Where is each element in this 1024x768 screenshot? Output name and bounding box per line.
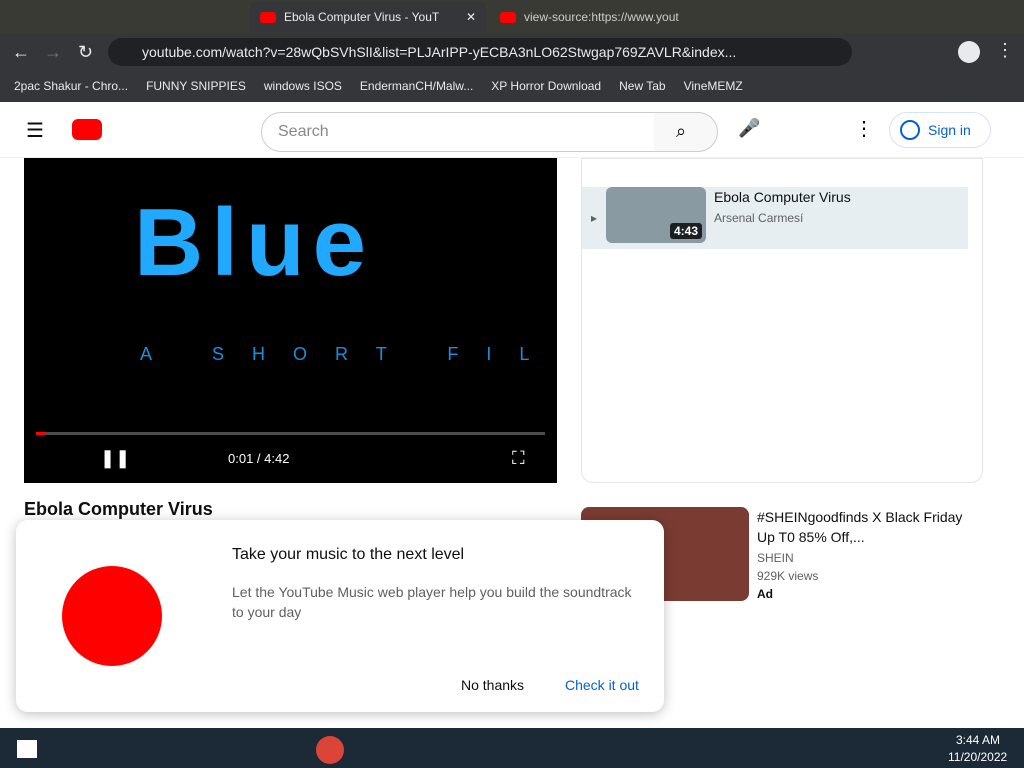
url-text: youtube.com/watch?v=28wQbSVhSlI&list=PLJ… [142, 44, 737, 60]
player-title-sub: A SHORT FILM [140, 344, 557, 364]
windows-taskbar: 3:44 AM 11/20/2022 [0, 728, 1024, 768]
bookmark-windows-isos[interactable]: windows ISOS [264, 79, 342, 93]
progress-fill [36, 432, 47, 435]
hamburger-menu-icon[interactable]: ☰ [26, 118, 44, 143]
promo-heading: Take your music to the next level [232, 546, 465, 563]
youtube-music-logo-icon [62, 566, 162, 666]
youtube-logo-icon[interactable] [72, 119, 102, 140]
account-icon [900, 120, 920, 140]
tab-ebola[interactable]: Ebola Computer Virus - YouT ✕ [250, 2, 486, 32]
youtube-music-promo-dialog: Take your music to the next level Let th… [16, 520, 664, 712]
recommendation-channel: SHEIN [757, 551, 794, 565]
bookmarks-bar: 2pac Shakur - Chro... FUNNY SNIPPIES win… [0, 70, 1024, 102]
youtube-header: ☰ Search ⌕ 🎤 ⋮ Sign in [0, 102, 1024, 158]
forward-icon[interactable]: → [44, 42, 62, 63]
address-bar[interactable]: youtube.com/watch?v=28wQbSVhSlI&list=PLJ… [108, 38, 852, 66]
playlist-thumbnail: 4:43 [606, 187, 706, 243]
sign-in-label: Sign in [928, 122, 971, 138]
bookmark-new-tab[interactable]: New Tab [619, 79, 665, 93]
back-icon[interactable]: ← [12, 42, 30, 63]
tab-title: view-source:https://www.yout [524, 10, 679, 24]
browser-tab-bar: Ebola Computer Virus - YouT ✕ view-sourc… [0, 0, 1024, 34]
no-thanks-button[interactable]: No thanks [461, 677, 524, 693]
time-display: 0:01 / 4:42 [228, 451, 290, 466]
check-it-out-button[interactable]: Check it out [565, 677, 639, 693]
youtube-favicon-icon [500, 11, 516, 23]
playlist-item-channel: Arsenal Carmesí [714, 211, 804, 225]
bookmark-2pac[interactable]: 2pac Shakur - Chro... [14, 79, 128, 93]
bookmark-vinememz[interactable]: VineMEMZ [684, 79, 743, 93]
recommendation-title: #SHEINgoodfinds X Black Friday Up T0 85%… [757, 509, 963, 545]
video-player[interactable]: Blue A SHORT FILM ❚❚ 0:01 / 4:42 ⛶ [24, 158, 557, 483]
bookmark-funny-snippies[interactable]: FUNNY SNIPPIES [146, 79, 246, 93]
ad-badge: Ad [757, 587, 773, 601]
close-icon[interactable]: ✕ [466, 10, 476, 24]
menu-dots-icon[interactable]: ⋮ [996, 40, 1014, 61]
bookmark-endermanch[interactable]: EndermanCH/Malw... [360, 79, 473, 93]
microphone-icon[interactable]: 🎤 [738, 118, 760, 139]
reload-icon[interactable]: ↻ [78, 42, 93, 63]
tab-view-source[interactable]: view-source:https://www.yout [490, 2, 690, 32]
taskbar-date: 11/20/2022 [948, 750, 1008, 764]
youtube-favicon-icon [260, 11, 276, 23]
search-placeholder: Search [278, 123, 329, 140]
browser-toolbar: ← → ↻ youtube.com/watch?v=28wQbSVhSlI&li… [0, 34, 1024, 70]
settings-dots-icon[interactable]: ⋮ [854, 116, 874, 141]
fullscreen-icon[interactable]: ⛶ [512, 448, 525, 469]
recommendation-views: 929K views [757, 569, 819, 583]
search-button[interactable]: ⌕ [654, 112, 718, 152]
taskbar-time: 3:44 AM [956, 733, 1001, 747]
video-title: Ebola Computer Virus [24, 499, 213, 519]
play-pause-icon[interactable]: ❚❚ [100, 448, 130, 469]
chrome-icon[interactable] [316, 736, 344, 764]
search-icon: ⌕ [676, 121, 687, 141]
playlist-item[interactable]: ▸ 4:43 Ebola Computer Virus Arsenal Carme… [582, 187, 968, 249]
playlist-panel: ▸ 4:43 Ebola Computer Virus Arsenal Carme… [581, 158, 983, 483]
playlist-item-title: Ebola Computer Virus [714, 189, 851, 205]
windows-start-icon[interactable] [17, 740, 37, 758]
search-input[interactable]: Search [261, 112, 655, 152]
bookmark-xp-horror[interactable]: XP Horror Download [491, 79, 601, 93]
profile-icon[interactable] [958, 41, 980, 63]
progress-bar[interactable] [36, 432, 545, 435]
duration-badge: 4:43 [669, 223, 702, 239]
player-title-main: Blue [134, 189, 375, 296]
promo-body: Let the YouTube Music web player help yo… [232, 584, 632, 620]
playing-indicator-icon: ▸ [590, 211, 598, 225]
sign-in-button[interactable]: Sign in [889, 112, 991, 148]
tab-title: Ebola Computer Virus - YouT [284, 10, 440, 24]
